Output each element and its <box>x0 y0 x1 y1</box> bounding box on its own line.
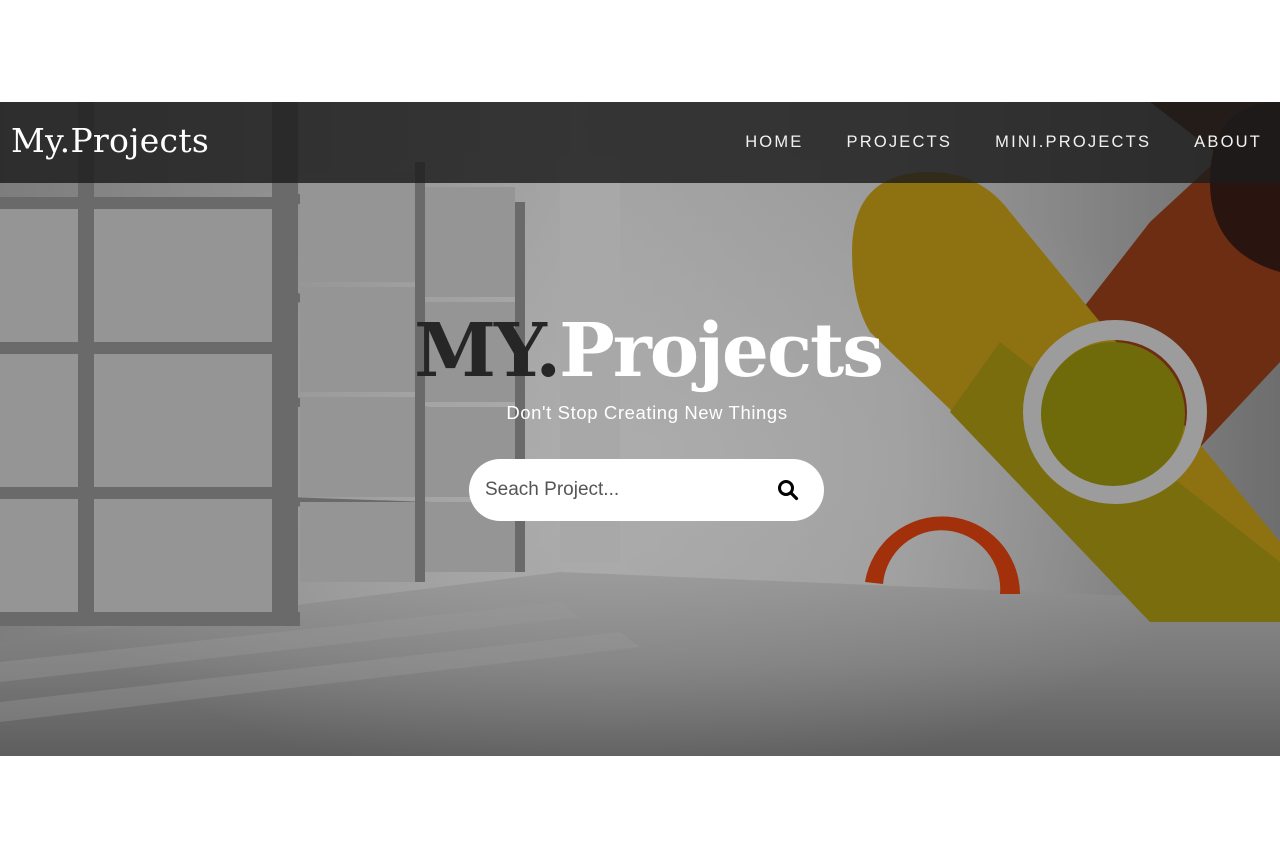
navbar: My.Projects HOME PROJECTS MINI.PROJECTS … <box>0 102 1280 183</box>
hero-tagline: Don't Stop Creating New Things <box>506 402 788 423</box>
hero-title-part2: Projects <box>559 308 884 394</box>
nav-link-home[interactable]: HOME <box>745 133 803 152</box>
search-icon <box>778 480 799 501</box>
nav-link-about[interactable]: ABOUT <box>1194 133 1262 152</box>
hero-background-image <box>0 102 1280 756</box>
page: My.Projects HOME PROJECTS MINI.PROJECTS … <box>0 0 1280 850</box>
hero-title-part1: MY. <box>414 308 561 394</box>
hero-section: My.Projects HOME PROJECTS MINI.PROJECTS … <box>0 102 1280 756</box>
search-bar <box>469 459 824 521</box>
search-input[interactable] <box>485 470 755 510</box>
nav-link-mini-projects[interactable]: MINI.PROJECTS <box>995 133 1151 152</box>
hero-title: MY.Projects <box>0 314 1280 388</box>
search-button[interactable] <box>769 472 807 508</box>
nav-menu: HOME PROJECTS MINI.PROJECTS ABOUT <box>745 133 1262 152</box>
nav-link-projects[interactable]: PROJECTS <box>847 133 953 152</box>
brand-logo[interactable]: My.Projects <box>11 121 209 160</box>
